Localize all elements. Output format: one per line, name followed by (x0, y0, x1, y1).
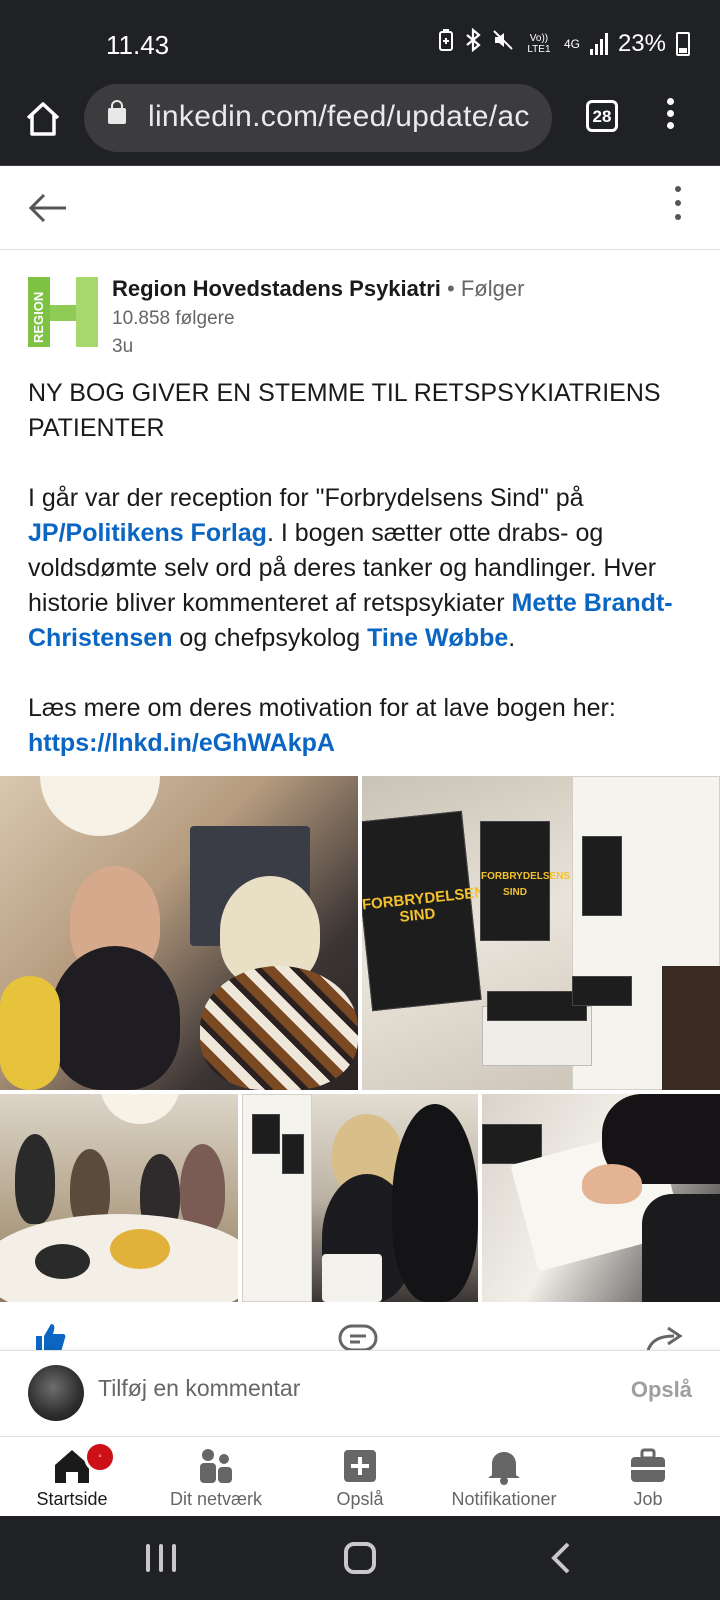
comment-icon[interactable] (338, 1324, 378, 1350)
user-avatar[interactable] (28, 1365, 84, 1421)
hand (582, 1164, 642, 1204)
flowers (110, 1229, 170, 1269)
book-cover (252, 1114, 280, 1154)
sleeve (642, 1194, 720, 1302)
nav-label: Job (633, 1489, 663, 1509)
app-header (0, 166, 720, 250)
battery-saver-icon (438, 29, 454, 58)
nav-item-home[interactable]: ◦ Startside (0, 1437, 144, 1517)
book-cover (582, 836, 622, 916)
post-image-buffet[interactable] (0, 1094, 238, 1302)
android-home-icon[interactable] (344, 1542, 376, 1574)
book-page (322, 1254, 382, 1302)
nav-label: Notifikationer (451, 1489, 557, 1509)
flowers (0, 976, 60, 1090)
lamp (40, 776, 160, 836)
person (200, 966, 358, 1090)
notification-badge: ◦ (84, 1441, 116, 1473)
author-name-text[interactable]: Region Hovedstadens Psykiatri (112, 276, 441, 301)
recents-icon[interactable] (146, 1544, 176, 1572)
home-icon[interactable] (22, 98, 64, 140)
book-cover (572, 976, 632, 1006)
status-icons: Vo)) LTE1 4G 23% (438, 27, 690, 59)
url-bar[interactable]: linkedin.com/feed/update/ac (84, 84, 552, 152)
text-run: . (508, 624, 516, 652)
nav-label: Opslå (336, 1489, 384, 1509)
url-text: linkedin.com/feed/update/ac (148, 100, 530, 133)
nav-item-notifications[interactable]: Notifikationer (432, 1437, 576, 1517)
lamp (100, 1094, 180, 1124)
battery-icon (676, 31, 690, 56)
browser-toolbar: linkedin.com/feed/update/ac 28 (0, 84, 720, 166)
share-icon[interactable] (646, 1326, 686, 1350)
author-name[interactable]: Region Hovedstadens Psykiatri • Følger (112, 276, 524, 302)
post-text: NY BOG GIVER EN STEMME TIL RETSPSYKIATRI… (28, 376, 700, 761)
author-logo[interactable]: REGION (28, 277, 98, 347)
post-paragraph: Læs mere om deres motivation for at lave… (28, 691, 700, 761)
android-navigation-bar (0, 1516, 720, 1600)
follow-state: • Følger (447, 276, 525, 301)
person (15, 1134, 55, 1224)
like-icon[interactable] (32, 1320, 68, 1350)
text-run: I går var der reception for "Forbrydelse… (28, 484, 584, 512)
social-actions (0, 1304, 720, 1350)
mention-link-publisher[interactable]: JP/Politikens Forlag (28, 519, 267, 547)
nav-item-post[interactable]: Opslå (288, 1437, 432, 1517)
follower-count: 10.858 følgere (112, 308, 235, 329)
post-image-reception[interactable] (0, 776, 358, 1090)
post-paragraph: I går var der reception for "Forbrydelse… (28, 481, 700, 656)
network-type-label: 4G (563, 36, 580, 51)
nav-label: Startside (36, 1489, 108, 1509)
nav-item-network[interactable]: Dit netværk (144, 1437, 288, 1517)
bowl (35, 1244, 90, 1279)
menu-icon[interactable] (660, 98, 680, 138)
signal-icon (589, 32, 608, 55)
book-cover: FORBRYDELSENS SIND (362, 810, 496, 1012)
status-time: 11.43 (106, 30, 170, 60)
text-run: Læs mere om deres motivation for at lave… (28, 694, 616, 722)
nav-label: Dit netværk (169, 1489, 263, 1509)
post-image-signing[interactable] (242, 1094, 478, 1302)
comment-input[interactable]: Tilføj en kommentar (98, 1375, 300, 1402)
lock-icon (108, 100, 126, 124)
network-icon (196, 1447, 236, 1485)
post-comment-button[interactable]: Opslå (631, 1377, 692, 1403)
book-title: FORBRYDELSENS SIND (481, 871, 571, 899)
nav-item-jobs[interactable]: Job (576, 1437, 720, 1517)
post-time: 3u (112, 336, 134, 357)
volte-label: Vo)) LTE1 (527, 32, 551, 55)
comment-bar: Tilføj en kommentar Opslå (0, 1350, 720, 1436)
android-back-icon[interactable] (548, 1542, 578, 1574)
back-arrow-icon[interactable] (26, 186, 70, 230)
person (392, 1104, 478, 1302)
book-cover: FORBRYDELSENS SIND (480, 821, 571, 941)
bell-icon (484, 1447, 524, 1485)
more-vertical-icon[interactable] (668, 186, 688, 230)
floor (662, 966, 720, 1090)
person (50, 946, 180, 1090)
mention-link-tine[interactable]: Tine Wøbbe (367, 624, 508, 652)
battery-percent: 23% (617, 29, 666, 57)
article-link[interactable]: https://lnkd.in/eGhWAkpA (28, 729, 335, 757)
plus-square-icon (340, 1447, 380, 1485)
bluetooth-icon (464, 27, 482, 59)
book-title: FORBRYDELSENS SIND (362, 882, 496, 926)
book-cover (282, 1134, 304, 1174)
post-image-autograph[interactable] (482, 1094, 720, 1302)
post-headline: NY BOG GIVER EN STEMME TIL RETSPSYKIATRI… (28, 379, 661, 442)
post-image-books[interactable]: FORBRYDELSENS SIND FORBRYDELSENS SIND (362, 776, 720, 1090)
mute-icon (492, 29, 514, 58)
briefcase-icon (628, 1447, 668, 1485)
bottom-navigation: ◦ Startside Dit netværk Opslå Notifikati… (0, 1436, 720, 1516)
text-run: og chefpsykolog (172, 624, 368, 652)
status-bar: 11.43 Vo)) LTE1 4G 23% (0, 0, 720, 84)
tabs-icon[interactable]: 28 (586, 100, 618, 132)
logo-wordmark: REGION (31, 292, 46, 343)
